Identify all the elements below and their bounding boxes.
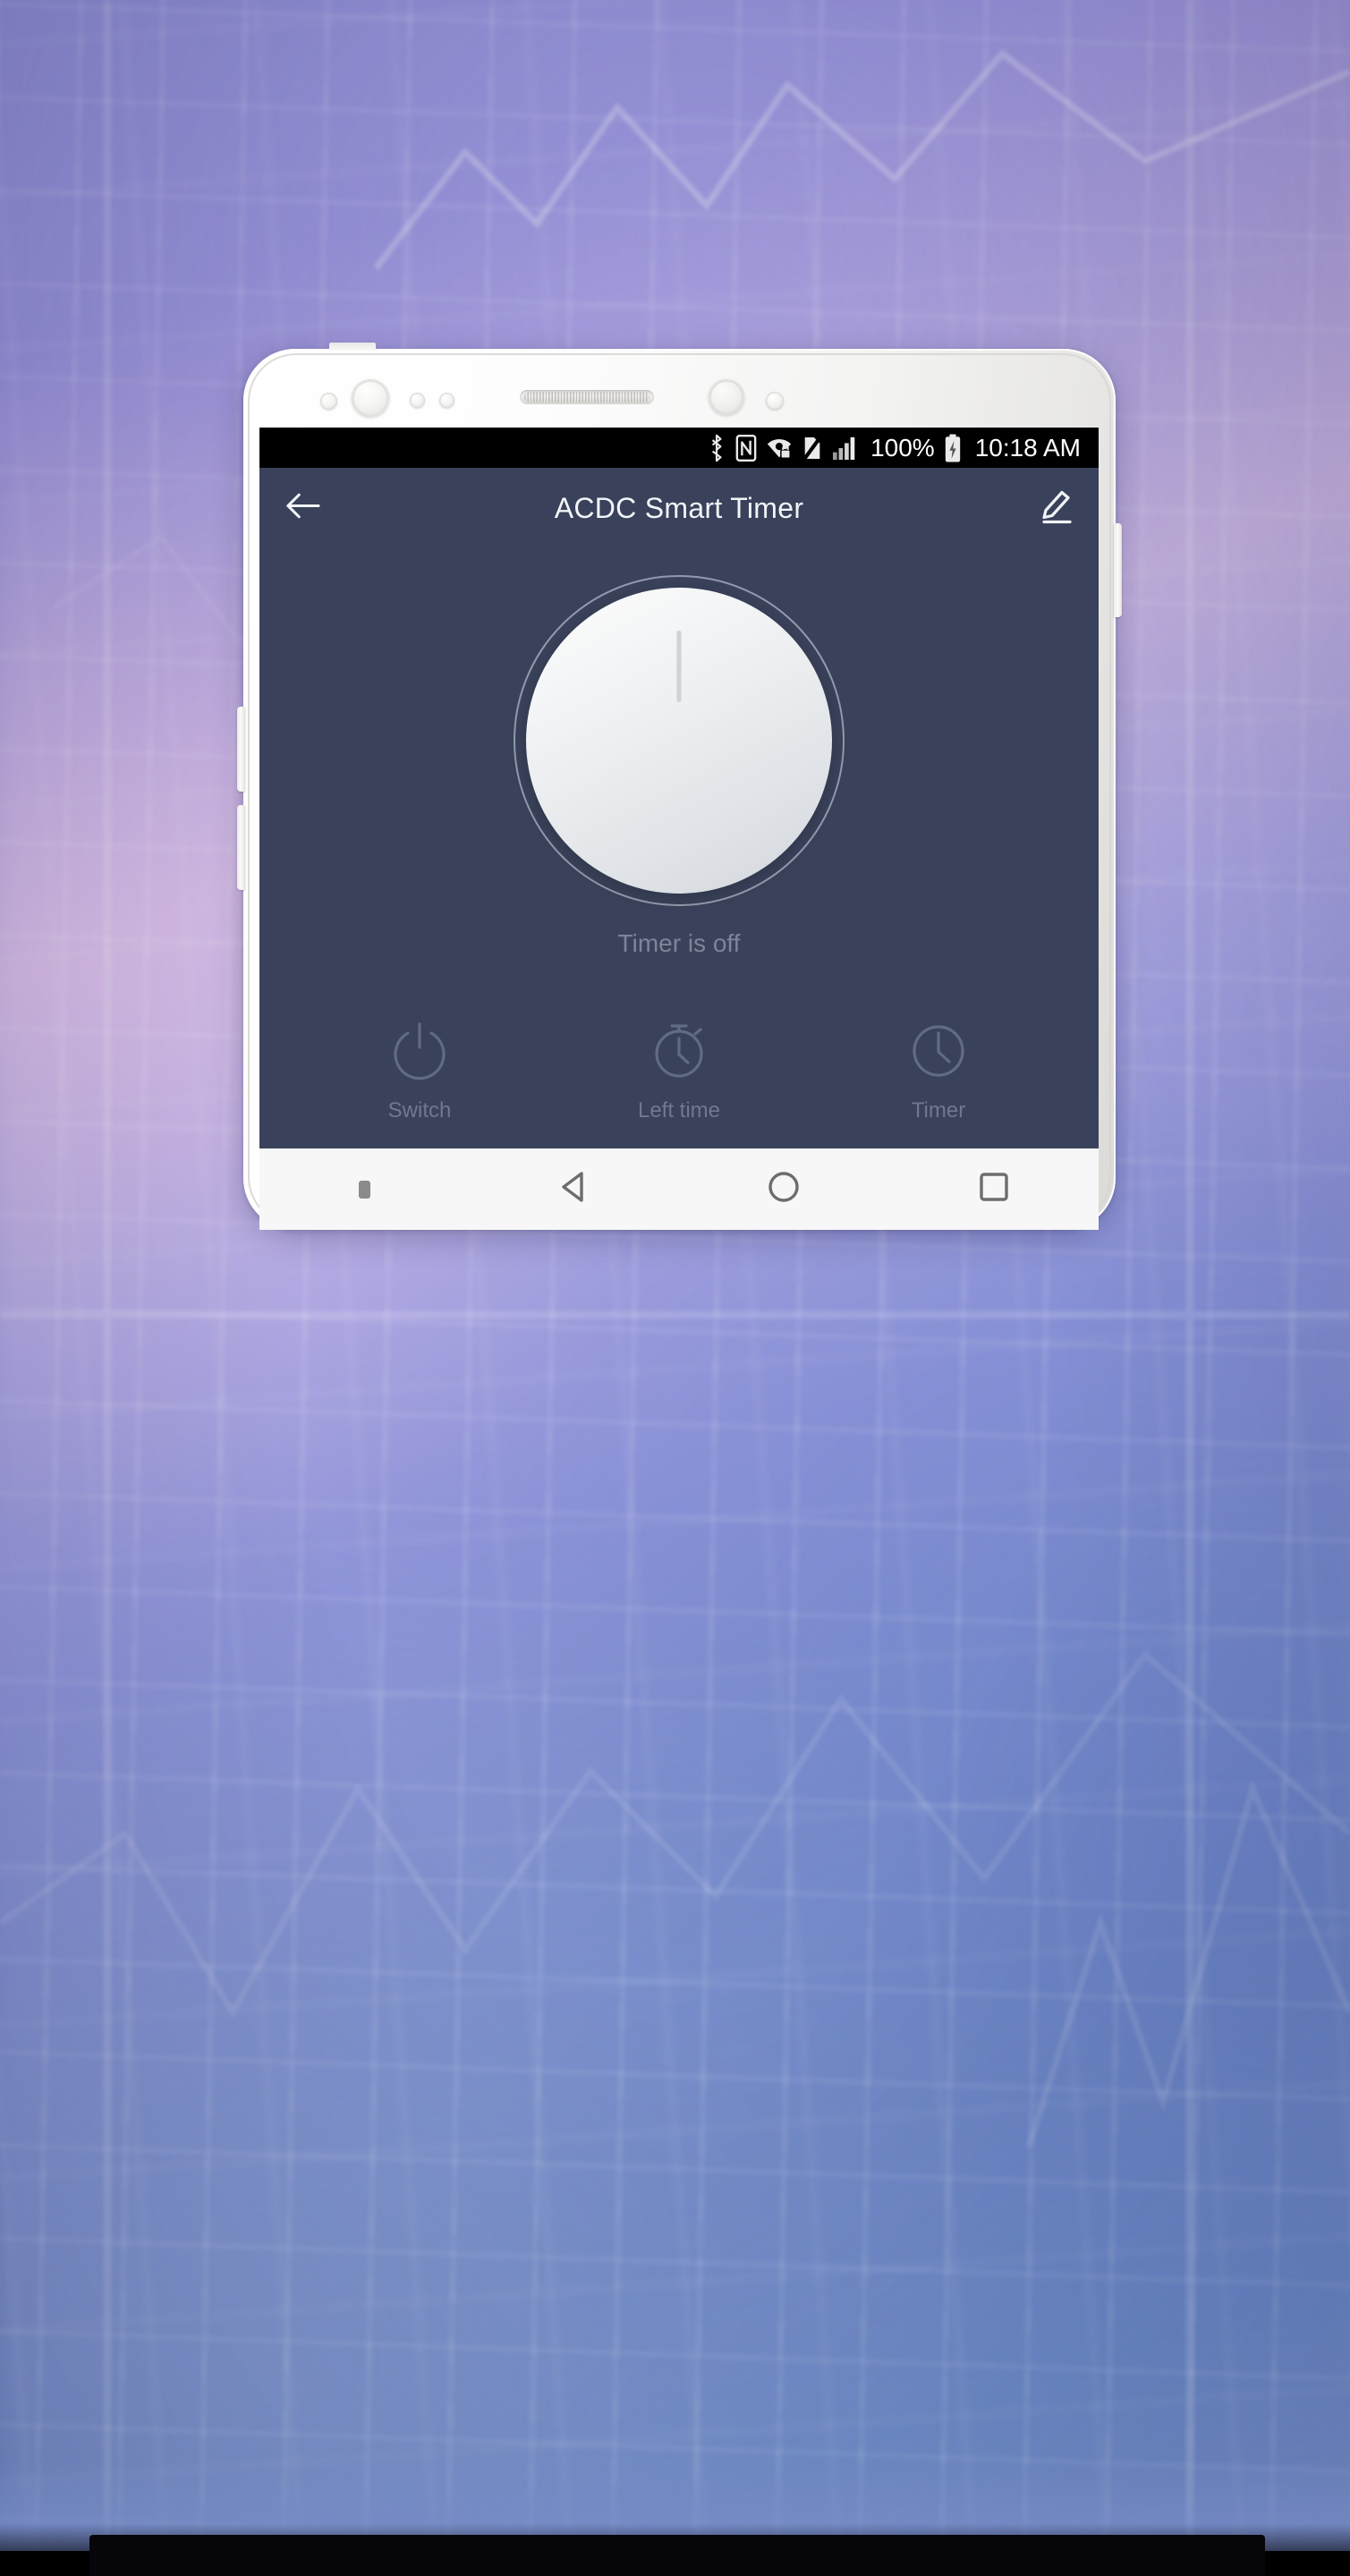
cellular-signal-icon <box>832 436 859 461</box>
front-camera-icon <box>352 379 389 417</box>
nav-recents-icon <box>975 1168 1013 1210</box>
dial-indicator-line <box>676 631 682 702</box>
wifi-secured-icon <box>766 435 793 462</box>
battery-percent-label: 100% <box>870 433 935 462</box>
edit-pencil-icon[interactable] <box>1038 487 1074 530</box>
clock-icon <box>909 1021 968 1086</box>
back-arrow-icon[interactable] <box>284 490 322 527</box>
timer-dial-section: Timer is off <box>259 548 1099 974</box>
status-bar: 100% 10:18 AM <box>259 428 1099 468</box>
led-indicator-icon <box>766 392 784 410</box>
nfc-icon <box>735 434 757 462</box>
action-left-time[interactable]: Left time <box>612 1021 746 1123</box>
nav-back-button[interactable] <box>521 1168 628 1210</box>
volume-up-button[interactable] <box>237 707 245 792</box>
status-clock: 10:18 AM <box>974 433 1081 462</box>
battery-charging-icon <box>944 433 962 463</box>
action-left-time-label: Left time <box>637 1098 721 1123</box>
nav-back-icon <box>556 1168 593 1210</box>
action-switch[interactable]: Switch <box>352 1021 487 1123</box>
nav-dot-icon <box>358 1180 370 1199</box>
page-title: ACDC Smart Timer <box>554 491 804 524</box>
action-switch-label: Switch <box>387 1098 452 1123</box>
dial-knob[interactable] <box>526 588 832 894</box>
action-timer[interactable]: Timer <box>871 1021 1006 1123</box>
sim-disabled-icon <box>802 434 823 462</box>
proximity-sensor-icon <box>320 393 337 410</box>
light-sensor-icon <box>410 393 425 408</box>
timer-dial[interactable] <box>514 575 845 906</box>
phone-device: 100% 10:18 AM ACDC Smart Timer Timer is … <box>237 343 1122 1230</box>
volume-down-button[interactable] <box>237 805 245 890</box>
phone-screen: 100% 10:18 AM ACDC Smart Timer Timer is … <box>259 428 1099 1148</box>
power-button[interactable] <box>1114 523 1122 617</box>
app-bar: ACDC Smart Timer <box>259 468 1099 548</box>
action-timer-label: Timer <box>911 1098 966 1123</box>
antenna-nub <box>329 343 376 351</box>
ir-sensor-icon <box>439 393 454 408</box>
power-icon <box>390 1021 449 1086</box>
nav-home-icon <box>765 1168 802 1210</box>
action-bar: Switch Left time Timer <box>259 1021 1099 1123</box>
android-navigation-bar <box>259 1148 1099 1230</box>
nav-home-button[interactable] <box>730 1168 837 1210</box>
nav-indicator-dot[interactable] <box>310 1180 418 1199</box>
phone-top-bezel <box>243 343 1116 428</box>
nav-recents-button[interactable] <box>940 1168 1048 1210</box>
stopwatch-icon <box>650 1021 709 1086</box>
timer-status-label: Timer is off <box>617 929 741 957</box>
screen-bottom-letterbox-inner <box>89 2535 1265 2576</box>
speaker-mesh <box>524 392 650 402</box>
bluetooth-icon <box>707 434 726 462</box>
earpiece-speaker-icon <box>520 390 654 404</box>
secondary-camera-icon <box>709 379 744 415</box>
